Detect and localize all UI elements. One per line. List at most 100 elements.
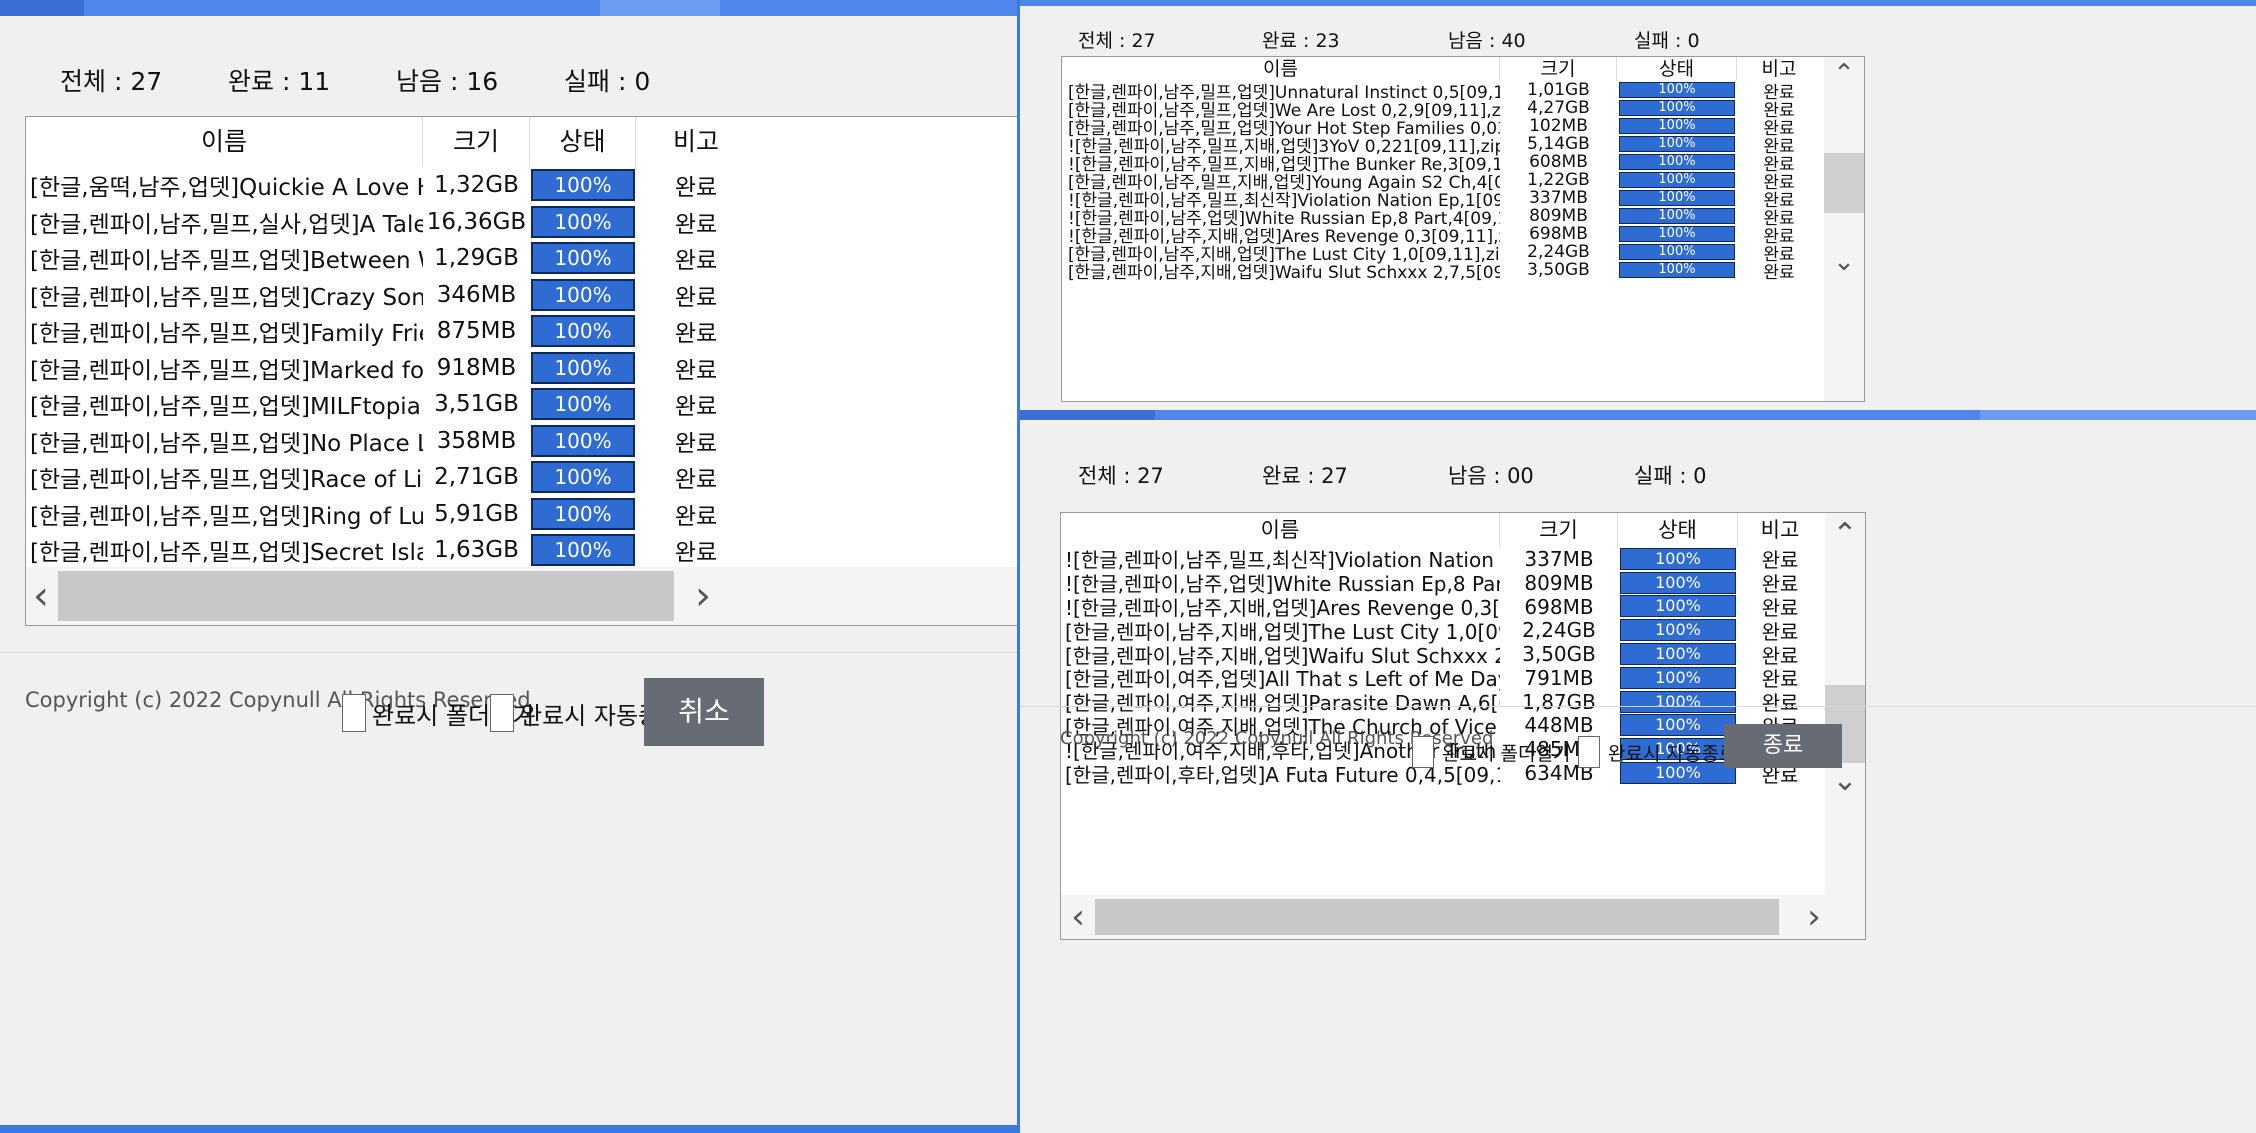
scroll-up-icon[interactable]: ⌃ [1825,517,1865,553]
file-size: 337MB [1524,546,1594,571]
column-header-state[interactable]: 상태 [1617,57,1737,81]
table-row[interactable]: [한글,렌파이,남주,밀프,업뎃]No Place Like Home 0,1,… [26,423,1017,460]
status-note: 완료 [674,503,718,530]
table-row[interactable]: [한글,렌파이,남주,지배,업뎃]Waifu Slut Schxxx 2,7,5… [1062,260,1822,283]
status-note: 완료 [674,248,718,275]
table-row[interactable]: [한글,렌파이,남주,밀프,업뎃]Between Worlds 0,1,5 Pa… [26,240,1017,277]
download-window-top-right: 전체 : 27 완료 : 23 남음 : 40 실패 : 0 이름 크기 상태 … [1020,0,2256,410]
progress-cell: 100% [1618,595,1738,618]
table-row[interactable]: [한글,렌파이,남주,밀프,업뎃]Marked for Eternity 0,4… [26,350,1017,387]
file-name: [한글,렌파이,남주,밀프,업뎃]Between Worlds 0,1,5 Pa… [30,248,423,275]
file-table: 이름 크기 상태 비고 [한글,움떡,남주,업뎃]Quickie A Love … [25,116,1017,626]
scroll-down-icon[interactable]: ⌄ [1825,763,1865,799]
status-note: 완료 [674,540,718,567]
window-title-bar [1020,0,2256,6]
status-note: 완료 [674,357,718,384]
status-summary: 전체 : 27 완료 : 23 남음 : 40 실패 : 0 [1078,26,1754,53]
scroll-right-icon[interactable]: › [688,567,718,625]
horizontal-scrollbar[interactable]: ‹ › [1061,895,1865,939]
file-size: 1,29GB [434,245,519,272]
progress-bar: 100% [1620,547,1736,570]
open-folder-label: 완료시 폴더열기 [1442,742,1571,765]
horizontal-scroll-thumb[interactable] [1095,899,1779,935]
scroll-up-icon[interactable]: ⌃ [1824,59,1864,89]
auto-exit-checkbox[interactable] [490,694,514,732]
progress-cell: 100% [1617,136,1737,152]
status-note: 완료 [674,284,718,311]
progress-bar: 100% [1620,714,1736,737]
table-row[interactable]: [한글,움떡,남주,업뎃]Quickie A Love Hotel Story … [26,167,1017,204]
column-header-name[interactable]: 이름 [26,117,423,167]
status-note: 완료 [674,394,718,421]
progress-bar: 100% [1619,190,1735,206]
file-size: 5,14GB [1527,134,1590,154]
progress-bar: 100% [1619,154,1735,170]
vertical-scrollbar[interactable]: ⌃ ⌄ [1825,513,1865,895]
file-name: [한글,렌파이,남주,지배,업뎃]Waifu Slut Schxxx 2,7,5… [1068,262,1500,283]
horizontal-scrollbar[interactable]: ‹ › [26,567,1017,625]
file-size: 1,01GB [1527,80,1590,100]
table-header: 이름 크기 상태 비고 [1061,513,1865,547]
auto-exit-option[interactable]: 완료시 자동종료 [1578,736,1736,768]
cancel-button[interactable]: 취소 [644,678,764,746]
column-header-note[interactable]: 비고 [636,117,756,167]
column-header-size[interactable]: 크기 [1500,57,1617,81]
table-row[interactable]: [한글,렌파이,남주,밀프,업뎃]MILFtopia 0,22[09,11],z… [26,386,1017,423]
scroll-left-icon[interactable]: ‹ [1061,895,1095,939]
file-size: 1,63GB [434,537,519,564]
file-size: 1,87GB [1522,689,1596,714]
file-size: 2,71GB [434,464,519,491]
vertical-scrollbar[interactable]: ⌃ ⌄ [1824,57,1864,401]
column-header-name[interactable]: 이름 [1061,513,1500,547]
close-button[interactable]: 종료 [1724,724,1842,768]
scroll-right-icon[interactable]: › [1797,895,1831,939]
file-size: 2,24GB [1527,242,1590,262]
table-row[interactable]: [한글,렌파이,남주,밀프,업뎃]Crazy Son 0,01a[09,11],… [26,277,1017,314]
progress-cell: 100% [1617,226,1737,242]
file-name: [한글,렌파이,남주,밀프,업뎃]No Place Like Home 0,1,… [30,430,423,457]
progress-cell: 100% [530,351,636,384]
column-header-note[interactable]: 비고 [1738,513,1822,547]
vertical-scroll-thumb[interactable] [1824,153,1864,213]
auto-exit-label: 완료시 자동종료 [1608,742,1737,765]
table-row[interactable]: [한글,렌파이,남주,밀프,업뎃]Ring of Lust 0,5,1a[09,… [26,496,1017,533]
window-title-bar [1020,410,2256,420]
column-header-state[interactable]: 상태 [1618,513,1738,547]
file-name: [한글,렌파이,남주,밀프,업뎃]Ring of Lust 0,5,1a[09,… [30,503,423,530]
scroll-left-icon[interactable]: ‹ [26,567,56,625]
open-folder-option[interactable]: 완료시 폴더열기 [1412,736,1570,768]
file-name: [한글,렌파이,남주,밀프,업뎃]Marked for Eternity 0,4… [30,357,423,384]
horizontal-scroll-thumb[interactable] [58,571,674,621]
open-folder-checkbox[interactable] [342,694,366,732]
file-size: 2,24GB [1522,618,1596,643]
progress-bar: 100% [1619,208,1735,224]
stat-remain: 남음 : 40 [1448,30,1526,52]
column-header-size[interactable]: 크기 [423,117,530,167]
progress-bar: 100% [1620,595,1736,618]
scroll-down-icon[interactable]: ⌄ [1824,247,1864,277]
file-size: 3,50GB [1527,260,1590,280]
table-row[interactable]: [한글,렌파이,남주,밀프,실사,업뎃]A Tale of One City 2… [26,204,1017,241]
file-size: 698MB [1524,594,1594,619]
column-header-size[interactable]: 크기 [1500,513,1618,547]
table-row[interactable]: [한글,렌파이,남주,밀프,업뎃]Race of Life Ep,2[09,11… [26,459,1017,496]
auto-exit-checkbox[interactable] [1578,736,1600,768]
column-header-state[interactable]: 상태 [530,117,636,167]
progress-cell: 100% [1618,619,1738,642]
stat-remain: 남음 : 00 [1448,464,1534,488]
progress-cell: 100% [530,424,636,457]
progress-bar: 100% [1620,571,1736,594]
progress-cell: 100% [530,497,636,530]
status-note: 완료 [674,211,718,238]
stat-remain: 남음 : 16 [396,67,499,96]
progress-bar: 100% [1619,172,1735,188]
table-row[interactable]: [한글,렌파이,남주,밀프,업뎃]Secret Island 0,4,8,0[0… [26,532,1017,569]
progress-cell: 100% [1617,118,1737,134]
status-note: 완료 [674,430,718,457]
progress-cell: 100% [530,278,636,311]
progress-bar: 100% [1619,226,1735,242]
open-folder-checkbox[interactable] [1412,736,1434,768]
table-row[interactable]: [한글,렌파이,남주,밀프,업뎃]Family Friends and Stra… [26,313,1017,350]
progress-cell: 100% [530,388,636,421]
progress-bar: 100% [531,205,635,238]
